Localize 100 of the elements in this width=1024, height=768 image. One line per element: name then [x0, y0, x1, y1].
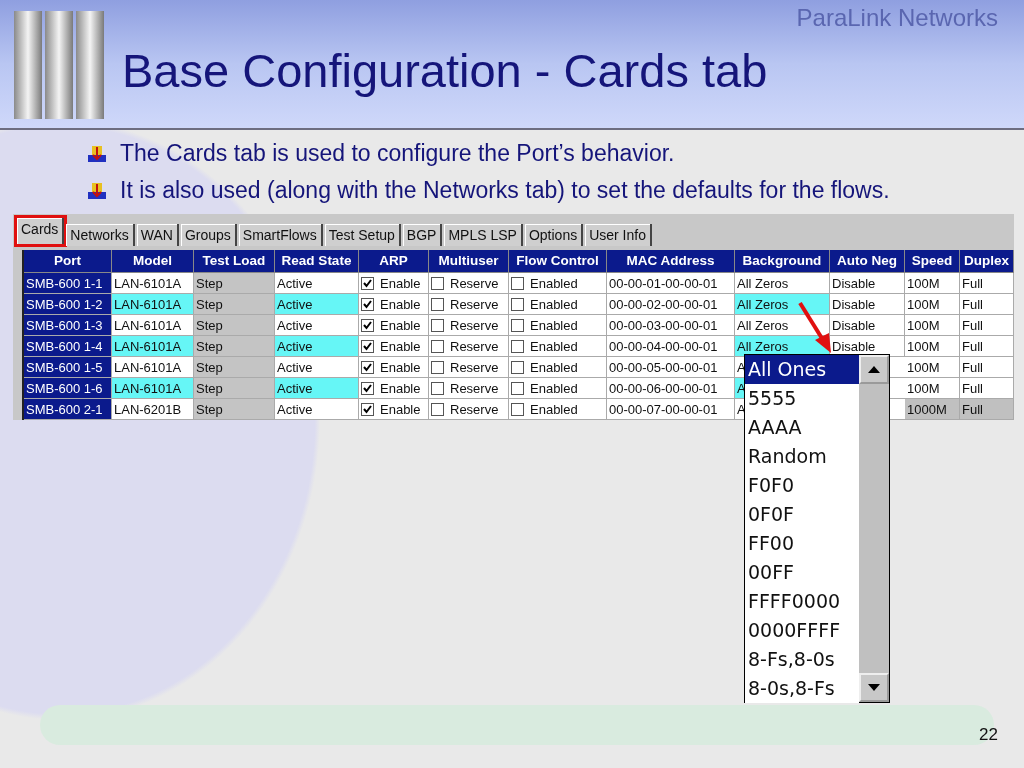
- tab[interactable]: Groups: [180, 224, 237, 246]
- checkbox[interactable]: [431, 339, 444, 353]
- down-triangle-icon: [868, 684, 880, 691]
- table-cell: SMB-600 1-1: [24, 273, 112, 294]
- table-cell: LAN-6101A: [112, 357, 194, 378]
- checkbox[interactable]: [361, 297, 374, 311]
- table-cell: Full: [960, 294, 1014, 315]
- table-cell: Disable: [830, 315, 905, 336]
- column-header: Duplex: [960, 250, 1014, 273]
- tab[interactable]: Options: [524, 224, 584, 246]
- table-cell: Full: [960, 315, 1014, 336]
- table-cell: SMB-600 1-5: [24, 357, 112, 378]
- table-cell: Step: [194, 315, 275, 336]
- tab[interactable]: SmartFlows: [238, 224, 323, 246]
- table-cell: 100M: [905, 273, 960, 294]
- column-header: Test Load: [194, 250, 275, 273]
- table-cell: Active: [275, 336, 359, 357]
- tab[interactable]: Cards: [17, 218, 65, 244]
- table-cell: Full: [960, 399, 1014, 420]
- table-cell: LAN-6101A: [112, 315, 194, 336]
- table-cell: Step: [194, 378, 275, 399]
- checkbox-label: Reserve: [450, 401, 499, 417]
- table-cell: Full: [960, 357, 1014, 378]
- tab[interactable]: User Info: [585, 224, 652, 246]
- table-cell: Active: [275, 399, 359, 420]
- tab[interactable]: BGP: [402, 224, 443, 246]
- checkbox-label: Enable: [380, 338, 421, 354]
- tab[interactable]: WAN: [136, 224, 179, 246]
- table-cell: Active: [275, 315, 359, 336]
- scroll-down-button[interactable]: [859, 673, 889, 702]
- checkbox[interactable]: [511, 381, 524, 395]
- column-header: MAC Address: [607, 250, 735, 273]
- checkbox-label: Reserve: [450, 338, 499, 354]
- table-cell: Step: [194, 294, 275, 315]
- scrollbar[interactable]: [859, 355, 889, 702]
- scroll-up-button[interactable]: [859, 355, 889, 384]
- table-cell: All Zeros: [735, 315, 830, 336]
- checkbox[interactable]: [431, 297, 444, 311]
- tab[interactable]: MPLS LSP: [444, 224, 523, 246]
- column-header: Port: [24, 250, 112, 273]
- tab[interactable]: Test Setup: [324, 224, 401, 246]
- table-cell: SMB-600 2-1: [24, 399, 112, 420]
- table-cell: 100M: [905, 378, 960, 399]
- table-cell: 100M: [905, 336, 960, 357]
- checkbox-label: Enabled: [530, 338, 578, 354]
- checkbox-label: Reserve: [450, 296, 499, 312]
- checkbox[interactable]: [361, 360, 374, 374]
- tab[interactable]: Networks: [66, 224, 135, 246]
- table-cell: Step: [194, 336, 275, 357]
- table-cell: Active: [275, 378, 359, 399]
- checkbox[interactable]: [361, 339, 374, 353]
- table-cell: Step: [194, 357, 275, 378]
- table-cell: LAN-6101A: [112, 378, 194, 399]
- checkbox[interactable]: [431, 402, 444, 416]
- page-number: 22: [979, 725, 998, 745]
- checkbox-label: Reserve: [450, 275, 499, 291]
- checkbox-label: Enabled: [530, 380, 578, 396]
- table-cell: 00-00-04-00-00-01: [607, 336, 735, 357]
- checkbox[interactable]: [361, 318, 374, 332]
- checkbox[interactable]: [431, 318, 444, 332]
- checkbox[interactable]: [361, 381, 374, 395]
- checkbox-label: Reserve: [450, 359, 499, 375]
- column-header: Speed: [905, 250, 960, 273]
- bullet-text: The Cards tab is used to configure the Port’s behavior.: [120, 139, 676, 168]
- dropdown-item[interactable]: All Ones: [745, 355, 859, 384]
- column-header: ARP: [359, 250, 429, 273]
- checkbox[interactable]: [511, 318, 524, 332]
- table-cell: 1000M: [905, 399, 960, 420]
- table-cell: Active: [275, 273, 359, 294]
- table-cell: 100M: [905, 294, 960, 315]
- slide-title: Base Configuration - Cards tab: [122, 43, 768, 99]
- table-cell: 100M: [905, 315, 960, 336]
- table-cell: 00-00-06-00-00-01: [607, 378, 735, 399]
- checkbox[interactable]: [431, 360, 444, 374]
- checkbox[interactable]: [361, 402, 374, 416]
- checkbox[interactable]: [511, 339, 524, 353]
- table-cell: 00-00-05-00-00-01: [607, 357, 735, 378]
- table-cell: Step: [194, 399, 275, 420]
- checkbox[interactable]: [431, 276, 444, 290]
- column-header: Flow Control: [509, 250, 607, 273]
- table-cell: All Zeros: [735, 273, 830, 294]
- up-triangle-icon: [868, 366, 880, 373]
- checkbox-label: Enabled: [530, 401, 578, 417]
- table-cell: SMB-600 1-2: [24, 294, 112, 315]
- checkbox[interactable]: [511, 360, 524, 374]
- table-cell: Disable: [830, 294, 905, 315]
- checkbox-label: Enabled: [530, 317, 578, 333]
- checkbox[interactable]: [511, 402, 524, 416]
- checkbox-label: Enabled: [530, 359, 578, 375]
- checkbox[interactable]: [431, 381, 444, 395]
- table-cell: Active: [275, 294, 359, 315]
- table-cell: Full: [960, 336, 1014, 357]
- checkbox[interactable]: [511, 276, 524, 290]
- column-header: Model: [112, 250, 194, 273]
- checkbox-label: Enable: [380, 296, 421, 312]
- checkbox-label: Reserve: [450, 380, 499, 396]
- checkbox[interactable]: [511, 297, 524, 311]
- checkbox[interactable]: [361, 276, 374, 290]
- table-cell: 00-00-02-00-00-01: [607, 294, 735, 315]
- company-name: ParaLink Networks: [796, 4, 998, 32]
